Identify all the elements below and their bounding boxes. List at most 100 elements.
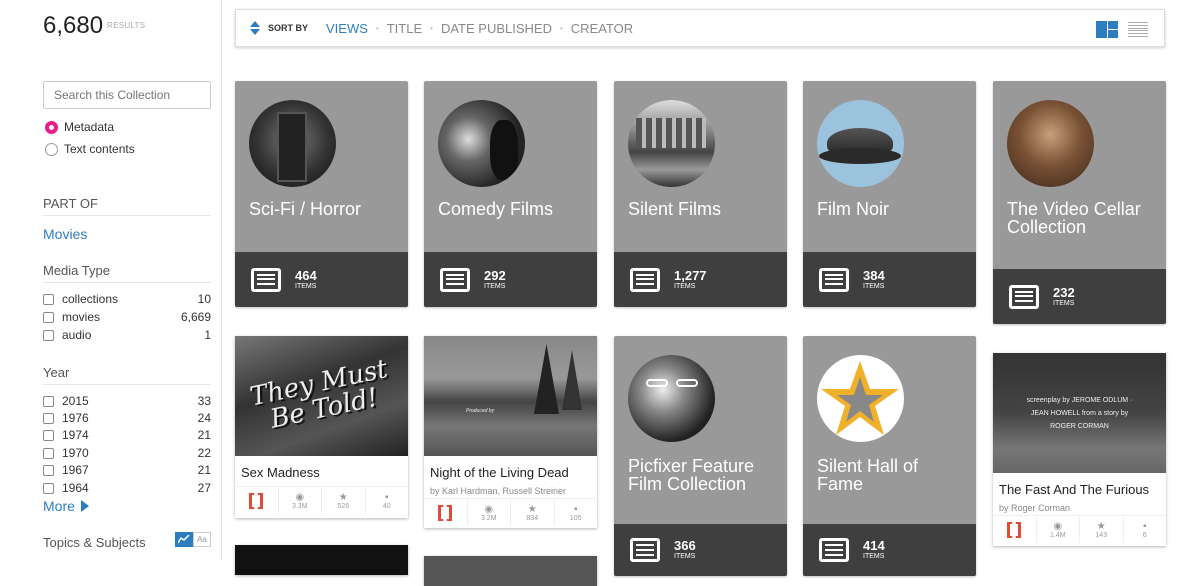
facet-movies[interactable]: movies 6,669 [43,310,211,324]
collection-thumbnail [817,100,904,187]
item-title: Sex Madness [241,465,320,480]
collection-footer: 464 ITEMS [235,252,408,307]
collection-card-silent-hall-of-fame[interactable]: Silent Hall of Fame 414 ITEMS [803,336,976,576]
collection-card-video-cellar[interactable]: The Video Cellar Collection 232 ITEMS [993,81,1166,324]
sort-views[interactable]: VIEWS [326,21,368,36]
chart-icon[interactable] [175,532,193,547]
checkbox[interactable] [43,464,54,476]
separator: • [559,23,563,33]
checkbox[interactable] [43,412,54,424]
search-collection-input[interactable] [43,81,211,109]
sort-bar: SORT BY VIEWS • TITLE • DATE PUBLISHED •… [235,9,1165,47]
collection-title: Silent Hall of Fame [817,456,919,494]
item-card-night-of-the-living-dead[interactable]: Produced by Night of the Living Dead by … [424,336,597,528]
collection-thumbnail [438,100,525,187]
checkbox[interactable] [43,395,54,407]
facet-label: audio [62,328,92,342]
media-type-movies [424,499,468,526]
item-thumbnail: They Must Be Told! [235,336,408,456]
year-heading: Year [43,365,211,385]
results-count: 6,680 [43,12,104,39]
sort-direction-icon[interactable] [250,21,260,35]
collection-card-comedy-films[interactable]: Comedy Films 292 ITEMS [424,81,597,307]
radio-text-contents[interactable]: Text contents [45,142,135,156]
list-icon [630,267,660,292]
items-label: ITEMS [1053,299,1075,307]
items-label: ITEMS [484,282,506,290]
movies-link[interactable]: Movies [43,226,87,242]
collection-title: Film Noir [817,199,889,219]
favorites-count: 143 [1095,531,1108,539]
item-creator: by Karl Hardman, Russell Streiner [430,486,567,496]
item-count: 292 [484,267,506,283]
item-thumbnail: Produced by [424,336,597,456]
collection-title: The Video Cellar Collection [1007,199,1141,237]
facet-count: 6,669 [180,310,211,324]
list-icon [630,538,660,562]
items-label: ITEMS [674,553,696,560]
checkbox[interactable] [43,429,54,441]
collection-footer: 366 ITEMS [614,524,787,576]
list-icon [251,267,281,292]
facet-label: movies [62,310,101,324]
sort-creator[interactable]: CREATOR [571,21,633,36]
radio-metadata[interactable]: Metadata [45,120,114,134]
item-card-sex-madness[interactable]: They Must Be Told! Sex Madness ◉ 3.3M ★ 52… [235,336,408,518]
text-view-icon[interactable]: Aa [193,532,211,547]
sort-date-published[interactable]: DATE PUBLISHED [441,21,552,36]
facet-year-2015[interactable]: 2015 33 [43,394,211,408]
facet-year-1976[interactable]: 1976 24 [43,411,211,425]
reviews-count: 105 [569,514,582,522]
facet-year-1974[interactable]: 1974 21 [43,428,211,442]
facet-label: 1970 [62,446,89,460]
facet-year-1967[interactable]: 1967 21 [43,463,211,477]
part-of-heading: PART OF [43,196,211,216]
checkbox[interactable] [43,311,54,323]
thumbnail-credit-text: Produced by [466,408,495,414]
facet-collections[interactable]: collections 10 [43,292,211,306]
topics-view-toggle[interactable]: Aa [175,532,211,547]
views-stat: ◉ 3.3M [279,487,322,514]
checkbox[interactable] [43,293,54,305]
collection-card-silent-films[interactable]: Silent Films 1,277 ITEMS [614,81,787,307]
collection-card-sci-fi-horror[interactable]: Sci-Fi / Horror 464 ITEMS [235,81,408,307]
item-card-the-fast-and-the-furious[interactable]: screenplay by JEROME ODLUM · JEAN HOWELL… [993,353,1166,546]
list-icon [819,538,849,562]
facet-year-1964[interactable]: 1964 27 [43,481,211,495]
facet-count: 27 [197,481,211,495]
facet-count: 22 [197,446,211,460]
facet-audio[interactable]: audio 1 [43,328,211,342]
sort-title[interactable]: TITLE [387,21,422,36]
facet-count: 21 [197,428,211,442]
checkbox[interactable] [43,447,54,459]
thumbnail-title-text: They Must Be Told! [247,354,391,435]
item-count: 366 [674,538,696,553]
item-count: 464 [295,267,317,283]
results-label: RESULTS [107,21,146,30]
sort-by-label: SORT BY [268,23,309,33]
star-logo-icon [821,361,899,435]
list-view-icon[interactable] [1128,22,1148,37]
item-title: The Fast And The Furious [999,482,1150,497]
item-count: 1,277 [674,267,707,283]
radio-label: Text contents [64,142,135,156]
collection-card-film-noir[interactable]: Film Noir 384 ITEMS [803,81,976,307]
facet-count: 10 [197,292,211,306]
collection-title: Silent Films [628,199,722,219]
collection-thumbnail [628,100,715,187]
checkbox[interactable] [43,482,54,494]
checkbox[interactable] [43,329,54,341]
collection-thumbnail [817,355,904,442]
items-label: ITEMS [295,282,317,290]
sidebar: 6,680 RESULTS Metadata Text contents PAR… [0,0,222,561]
thumbnail-credit-text: screenplay by JEROME ODLUM · JEAN HOWELL… [1026,396,1133,430]
more-years-link[interactable]: More [43,498,89,514]
favorites-count: 834 [526,514,539,522]
facet-year-1970[interactable]: 1970 22 [43,446,211,460]
item-card-partial[interactable] [235,545,408,575]
reviews-count: 6 [1142,531,1147,539]
tile-view-icon[interactable] [1096,21,1118,38]
collection-card-picfixer[interactable]: Picfixer Feature Film Collection 366 ITEM… [614,336,787,576]
facet-label: 1974 [62,428,89,442]
collection-title: Sci-Fi / Horror [249,199,361,219]
